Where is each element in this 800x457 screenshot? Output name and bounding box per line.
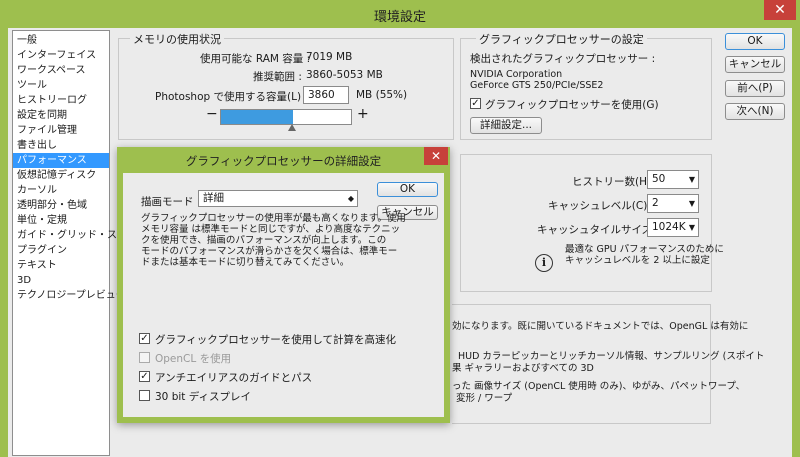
- use-opencl-checkbox[interactable]: [139, 352, 150, 363]
- accelerate-compute-label[interactable]: グラフィックプロセッサーを使用して計算を高速化: [155, 332, 396, 347]
- drawing-mode-label: 描画モード :: [141, 196, 201, 208]
- sidebar-item[interactable]: テクノロジープレビュー: [17, 288, 126, 303]
- sidebar-item[interactable]: ツール: [17, 78, 47, 93]
- ok-button[interactable]: OK: [725, 33, 785, 50]
- dialog-client-area: 描画モード : 詳細 ◆ OK キャンセル グラフィックプロセッサーの使用率が最も…: [123, 173, 444, 417]
- sidebar-item[interactable]: 書き出し: [17, 138, 57, 153]
- gpu-vendor: NVIDIA Corporation: [470, 69, 563, 80]
- sidebar-item[interactable]: インターフェイス: [17, 48, 96, 63]
- antialias-guides-checkbox[interactable]: ✓: [139, 371, 150, 382]
- antialias-guides-label[interactable]: アンチエイリアスのガイドとパス: [155, 370, 312, 385]
- mode-description-2: メモリ容量 は標準モードと同じですが、より高度なテクニッ: [141, 224, 401, 235]
- memory-usage-unit: MB (55%): [356, 89, 408, 101]
- use-gpu-label[interactable]: グラフィックプロセッサーを使用(G): [485, 97, 659, 112]
- sidebar-item[interactable]: ファイル管理: [17, 123, 77, 138]
- use-gpu-checkbox[interactable]: ✓: [470, 98, 481, 109]
- gpu-hint-line2: キャッシュレベルを 2 以上に設定: [565, 255, 710, 266]
- memory-slider-track[interactable]: [220, 109, 352, 125]
- dialog-title: グラフィックプロセッサーの詳細設定: [185, 154, 382, 168]
- gpu-detected-label: 検出されたグラフィックプロセッサー :: [470, 53, 656, 65]
- dialog-close-icon[interactable]: ✕: [424, 147, 448, 165]
- history-states-value: 50: [652, 173, 666, 185]
- drawing-mode-select[interactable]: 詳細 ◆: [198, 190, 358, 207]
- dialog-ok-button[interactable]: OK: [377, 182, 438, 197]
- drawing-mode-value: 詳細: [203, 192, 224, 204]
- cache-levels-select[interactable]: 2 ▼: [647, 194, 699, 213]
- sidebar-item[interactable]: テキスト: [17, 258, 57, 273]
- history-states-label: ヒストリー数(H) :: [572, 176, 658, 188]
- available-ram-value: 7019 MB: [306, 51, 353, 63]
- cache-levels-label: キャッシュレベル(C) :: [548, 200, 655, 212]
- photoshop-usage-label: Photoshop で使用する容量(L) :: [155, 91, 308, 103]
- memory-usage-input[interactable]: 3860: [303, 86, 349, 104]
- available-ram-label: 使用可能な RAM 容量 :: [200, 53, 311, 65]
- sidebar-item[interactable]: 透明部分・色域: [17, 198, 87, 213]
- sidebar-item[interactable]: プラグイン: [17, 243, 67, 258]
- use-opencl-label[interactable]: OpenCL を使用: [155, 351, 231, 366]
- close-icon[interactable]: ✕: [764, 0, 796, 20]
- chevron-updown-icon: ◆: [347, 194, 354, 203]
- sidebar-item[interactable]: ワークスペース: [17, 63, 86, 78]
- memory-slider-fill: [221, 110, 293, 124]
- previous-button[interactable]: 前へ(P): [725, 80, 785, 97]
- sidebar-item[interactable]: パフォーマンス: [13, 153, 109, 168]
- memory-decrease-icon[interactable]: −: [206, 106, 218, 122]
- memory-increase-icon[interactable]: +: [357, 106, 369, 122]
- mode-description-4: モードのパフォーマンスが滑らかさを欠く場合は、標準モー: [141, 246, 398, 257]
- chevron-down-icon: ▼: [688, 175, 695, 184]
- recommended-range-value: 3860-5053 MB: [306, 69, 383, 81]
- mode-description-5: ドまたは基本モードに切り替えてみてください。: [141, 257, 350, 268]
- gpu-advanced-button[interactable]: 詳細設定...: [470, 117, 542, 134]
- info-icon: i: [535, 254, 553, 272]
- gpu-model: GeForce GTS 250/PCIe/SSE2: [470, 80, 604, 91]
- gpu-features-text-1: 効になります。既に開いているドキュメントでは、OpenGL は有効に: [452, 321, 749, 332]
- cache-tile-size-value: 1024K: [652, 221, 686, 233]
- history-states-select[interactable]: 50 ▼: [647, 170, 699, 189]
- cache-tile-size-select[interactable]: 1024K ▼: [647, 218, 699, 237]
- sidebar-item[interactable]: 単位・定規: [17, 213, 67, 228]
- sidebar-item[interactable]: 3D: [17, 273, 31, 288]
- 30bit-display-checkbox[interactable]: [139, 390, 150, 401]
- accelerate-compute-checkbox[interactable]: ✓: [139, 333, 150, 344]
- chevron-down-icon: ▼: [688, 223, 695, 232]
- cancel-button[interactable]: キャンセル: [725, 56, 785, 73]
- mode-description-3: クを使用でき、描画のパフォーマンスが向上します。この: [141, 235, 387, 246]
- recommended-range-label: 推奨範囲 :: [253, 71, 302, 83]
- gpu-features-text-3: 果 ギャラリーおよびすべての 3D: [452, 363, 594, 374]
- sidebar-item[interactable]: 一般: [17, 33, 37, 48]
- 30bit-display-label[interactable]: 30 bit ディスプレイ: [155, 389, 251, 404]
- sidebar-item[interactable]: ヒストリーログ: [17, 93, 87, 108]
- window-title: 環境設定: [373, 10, 426, 25]
- sidebar-item[interactable]: 設定を同期: [17, 108, 67, 123]
- next-button[interactable]: 次へ(N): [725, 103, 785, 120]
- cache-levels-value: 2: [652, 197, 659, 209]
- gpu-features-text-5: 変形 / ワープ: [456, 393, 513, 404]
- title-bar[interactable]: 環境設定 ✕: [0, 0, 800, 28]
- gpu-settings-title: グラフィックプロセッサーの設定: [476, 31, 647, 47]
- memory-usage-title: メモリの使用状況: [130, 31, 224, 47]
- sidebar-item[interactable]: カーソル: [17, 183, 57, 198]
- gpu-advanced-dialog: グラフィックプロセッサーの詳細設定 ✕ 描画モード : 詳細 ◆ OK キャンセル…: [117, 147, 450, 423]
- category-list[interactable]: 一般 インターフェイス ワークスペース ツール ヒストリーログ 設定を同期 ファイル管理 書き…: [12, 30, 147, 456]
- chevron-down-icon: ▼: [688, 199, 695, 208]
- sidebar-item[interactable]: 仮想記憶ディスク: [17, 168, 96, 183]
- memory-slider-thumb[interactable]: [288, 124, 296, 131]
- mode-description-1: グラフィックプロセッサーの使用率が最も高くなります。使用: [141, 213, 406, 224]
